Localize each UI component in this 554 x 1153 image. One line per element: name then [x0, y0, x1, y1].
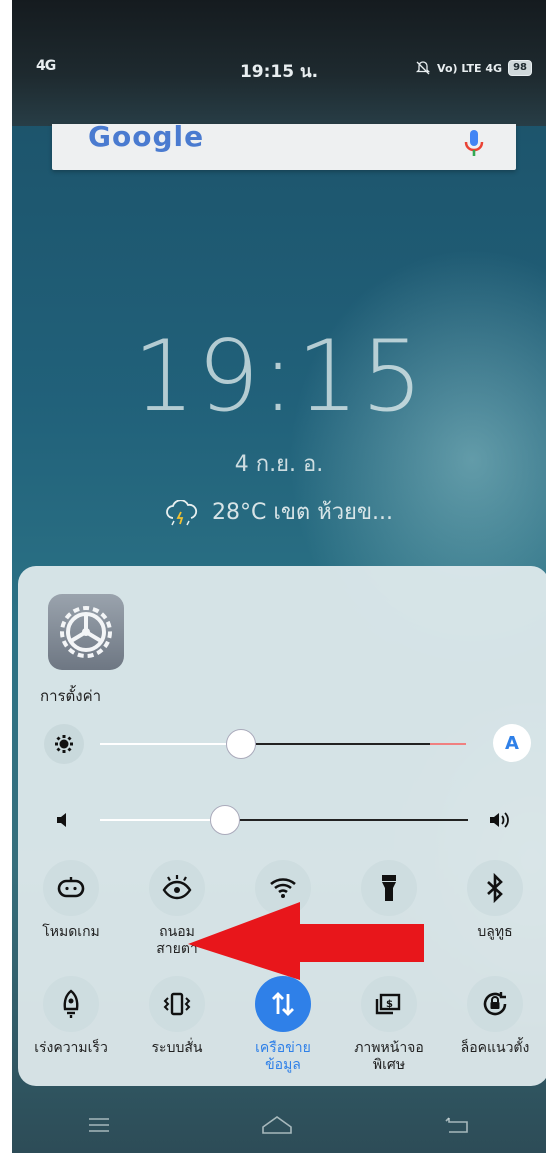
microphone-icon[interactable] — [464, 130, 484, 160]
control-center-panel: การตั้งค่า A โหมดเกม ถนอม สายตา บลูทูธ เ… — [18, 566, 546, 1086]
weather-text: 28°C เขต ห้วยข... — [212, 500, 393, 525]
brightness-track-empty — [240, 743, 430, 745]
gear-icon — [60, 606, 112, 658]
brightness-icon — [44, 724, 84, 764]
tile-mobile-data[interactable]: เครือข่าย ข้อมูล — [230, 976, 336, 1074]
navigation-bar — [12, 1096, 546, 1153]
lockscreen-clock: 19:15 — [132, 320, 426, 434]
google-search-bar[interactable]: Google — [52, 120, 516, 170]
home-icon[interactable] — [259, 1113, 295, 1137]
status-bar: 4G 19:15 น. Vo) LTE 4G 98 — [12, 0, 546, 126]
svg-text:$: $ — [386, 999, 393, 1010]
rotation-lock-icon — [467, 976, 523, 1032]
vibrate-icon — [149, 976, 205, 1032]
red-pointer-arrow — [188, 902, 424, 980]
battery-indicator: 98 — [508, 60, 532, 76]
tile-label: ระบบสั่น — [151, 1040, 203, 1056]
tile-label: โหมดเกม — [42, 924, 100, 940]
screenshot-icon: $ — [361, 976, 417, 1032]
auto-brightness-button[interactable]: A — [493, 724, 531, 762]
tile-label: ล็อคแนวตั้ง — [460, 1040, 530, 1056]
tile-game-mode[interactable]: โหมดเกม — [18, 860, 124, 941]
tile-super-screenshot[interactable]: $ ภาพหน้าจอ พิเศษ — [336, 976, 442, 1074]
back-icon[interactable] — [441, 1114, 473, 1136]
tile-speed-boost[interactable]: เร่งความเร็ว — [18, 976, 124, 1057]
notification-off-icon — [415, 61, 431, 75]
network-type: Vo) LTE 4G — [437, 61, 503, 75]
gamepad-icon — [43, 860, 99, 916]
tile-label: บลูทูธ — [477, 924, 513, 940]
settings-button[interactable] — [48, 594, 124, 670]
google-logo: Google — [88, 120, 205, 153]
tile-vibrate[interactable]: ระบบสั่น — [124, 976, 230, 1057]
tile-label: เครือข่าย ข้อมูล — [255, 1040, 311, 1073]
brightness-track-filled — [100, 743, 240, 745]
thunderstorm-icon — [166, 499, 198, 526]
volume-knob[interactable] — [210, 805, 240, 835]
rocket-icon — [43, 976, 99, 1032]
bluetooth-icon — [467, 860, 523, 916]
tile-bluetooth[interactable]: บลูทูธ — [442, 860, 546, 941]
status-right-group: Vo) LTE 4G 98 — [415, 60, 532, 76]
brightness-slider[interactable]: A — [18, 724, 546, 764]
tile-label: เร่งความเร็ว — [34, 1040, 108, 1056]
lockscreen-date: 4 ก.ย. อ. — [234, 452, 324, 477]
phone-screen: 4G 19:15 น. Vo) LTE 4G 98 Google 19:15 4… — [12, 0, 546, 1153]
volume-track-filled — [100, 819, 224, 821]
tile-label: ภาพหน้าจอ พิเศษ — [354, 1040, 424, 1073]
volume-track-empty — [224, 819, 468, 821]
menu-icon[interactable] — [85, 1115, 113, 1135]
brightness-knob[interactable] — [226, 729, 256, 759]
volume-high-icon — [490, 812, 509, 828]
mobile-data-icon — [255, 976, 311, 1032]
tile-rotation-lock[interactable]: ล็อคแนวตั้ง — [442, 976, 546, 1057]
settings-label: การตั้งค่า — [40, 687, 102, 705]
volume-slider[interactable] — [18, 800, 546, 840]
brightness-track-end — [430, 743, 466, 745]
weather-widget[interactable]: 28°C เขต ห้วยข... — [12, 494, 546, 529]
volume-low-icon — [57, 813, 66, 827]
